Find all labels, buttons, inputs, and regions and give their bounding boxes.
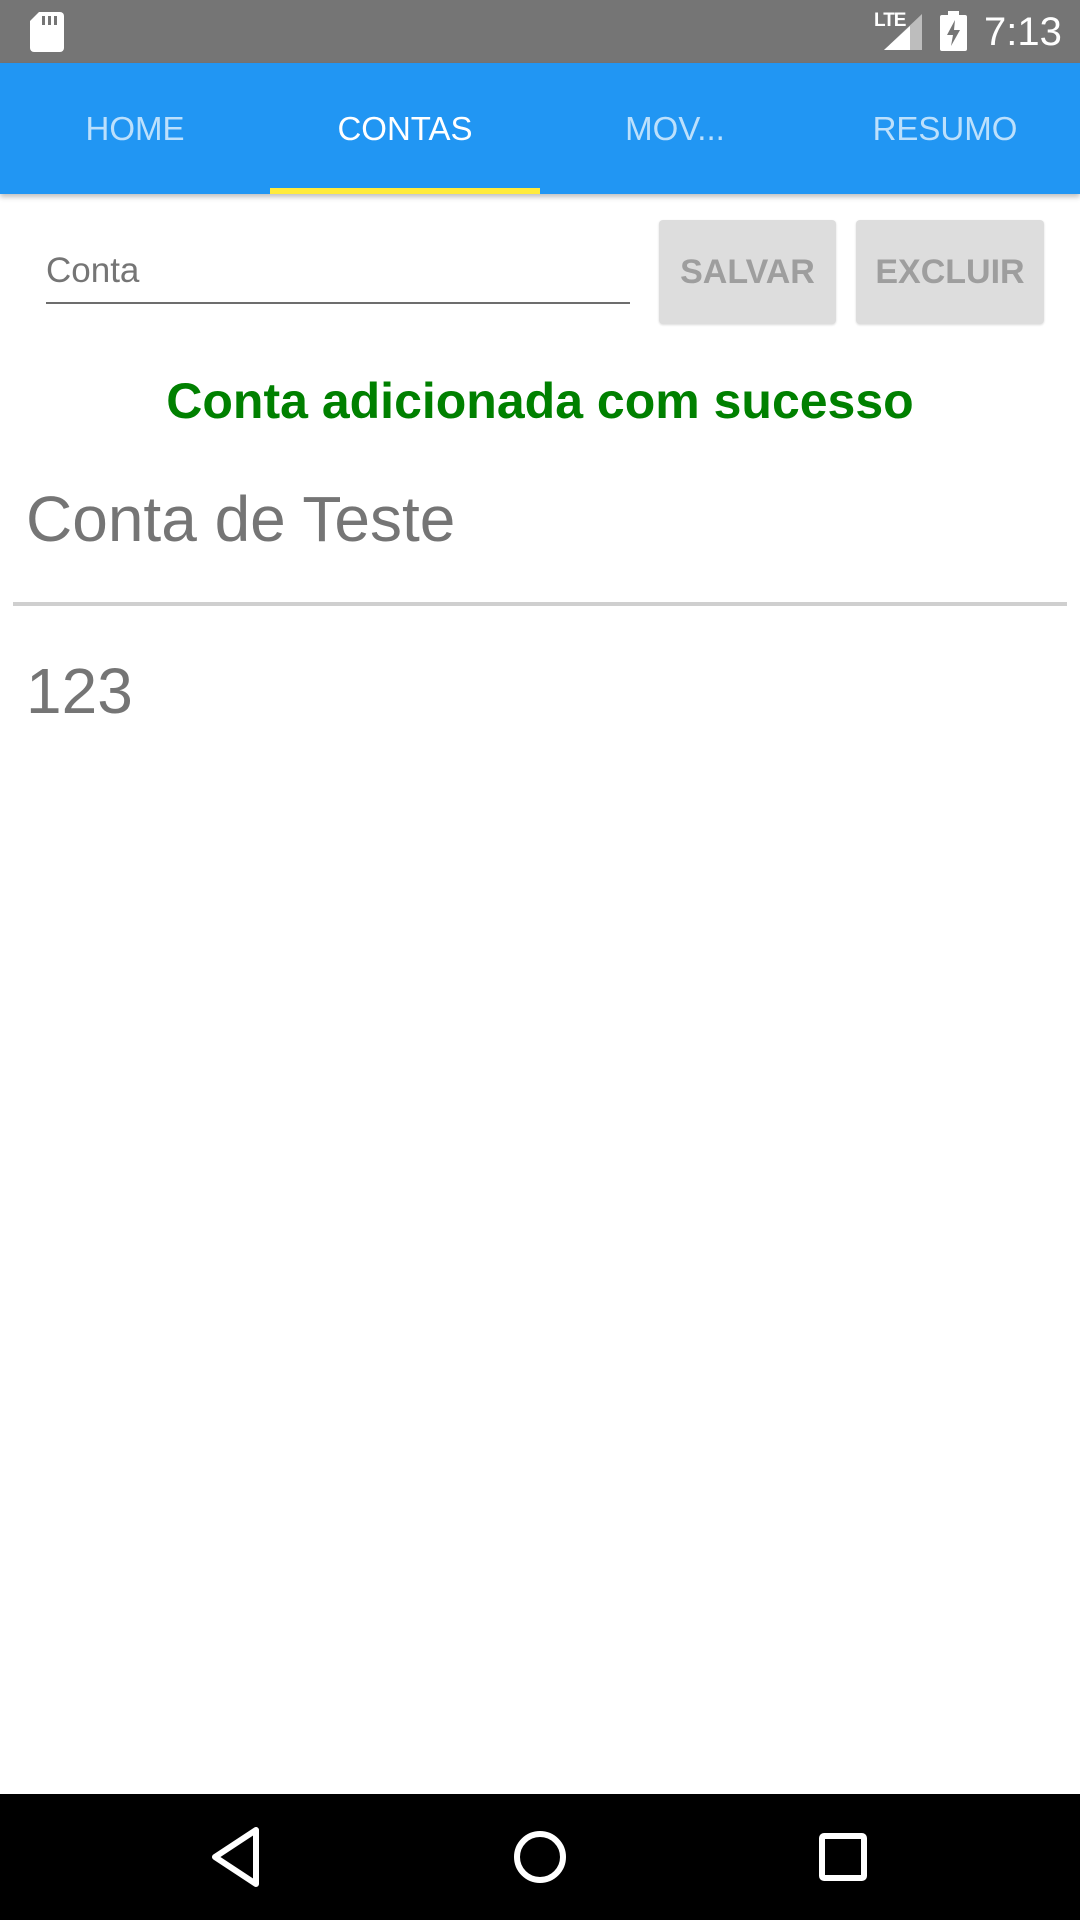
battery-charging-icon (940, 11, 967, 51)
recents-icon[interactable] (806, 1820, 880, 1894)
navigation-bar (0, 1794, 1080, 1920)
tab-active-indicator (270, 188, 540, 194)
save-button[interactable]: SALVAR (659, 220, 836, 324)
delete-button[interactable]: EXCLUIR (856, 220, 1044, 324)
tab-home[interactable]: HOME (0, 63, 270, 194)
account-list-item[interactable]: 123 (26, 654, 133, 728)
tab-contas[interactable]: CONTAS (270, 63, 540, 194)
account-name-input[interactable] (46, 240, 630, 304)
account-list-item[interactable]: Conta de Teste (26, 482, 455, 556)
status-time: 7:13 (984, 10, 1062, 54)
list-divider (13, 602, 1067, 606)
tab-label: MOV... (625, 109, 725, 147)
status-bar: LTE 7:13 (0, 0, 1080, 63)
back-icon[interactable] (200, 1820, 274, 1894)
lte-signal-icon (884, 14, 922, 50)
tab-label: RESUMO (872, 109, 1018, 147)
tab-bar: HOME CONTAS MOV... RESUMO (0, 63, 1080, 194)
tab-label: HOME (85, 109, 185, 147)
sd-card-icon (30, 12, 64, 52)
success-message: Conta adicionada com sucesso (166, 373, 914, 429)
home-icon[interactable] (503, 1820, 577, 1894)
tab-resumo[interactable]: RESUMO (810, 63, 1080, 194)
tab-movimentacoes[interactable]: MOV... (540, 63, 810, 194)
tab-label: CONTAS (337, 109, 473, 147)
